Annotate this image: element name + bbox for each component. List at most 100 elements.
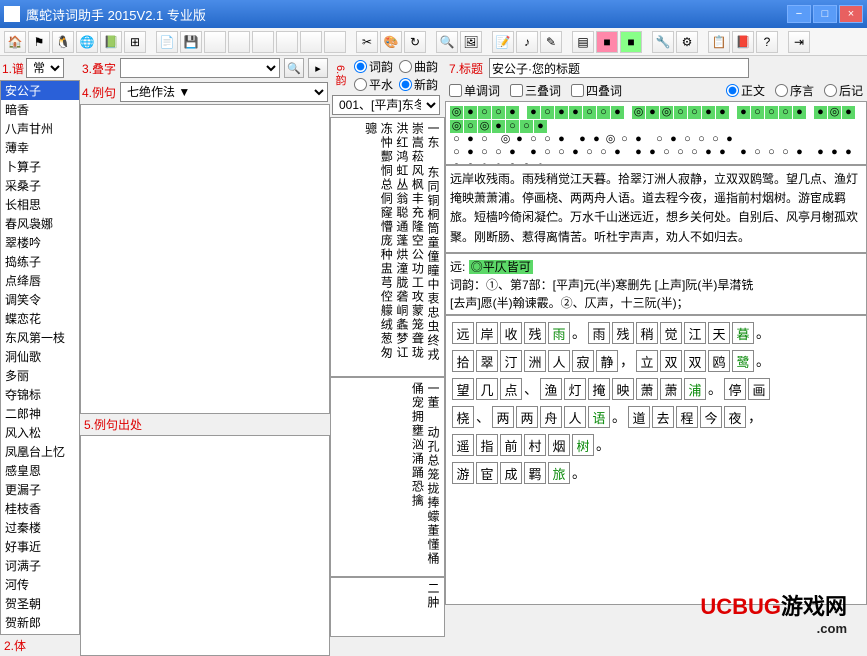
char-cell[interactable]: 遥 <box>452 434 474 456</box>
list-icon[interactable]: ▤ <box>572 31 594 53</box>
radio-quyun[interactable]: 曲韵 <box>399 58 438 75</box>
expand-icon[interactable]: ⇥ <box>788 31 810 53</box>
pu-list-item[interactable]: 河传 <box>1 575 79 594</box>
tool-icon-3[interactable] <box>252 31 274 53</box>
pu-list-item[interactable]: 八声甘州 <box>1 119 79 138</box>
help-icon[interactable]: ? <box>756 31 778 53</box>
pu-list-item[interactable]: 过秦楼 <box>1 518 79 537</box>
radio-zhengwen[interactable]: 正文 <box>726 82 765 99</box>
home-icon[interactable]: 🏠 <box>4 31 26 53</box>
pu-list-item[interactable]: 调笑令 <box>1 290 79 309</box>
image-icon[interactable]: 🖼 <box>460 31 482 53</box>
tool-icon-5[interactable] <box>300 31 322 53</box>
music-icon[interactable]: ♪ <box>516 31 538 53</box>
char-cell[interactable]: 村 <box>524 434 546 456</box>
char-cell[interactable]: 前 <box>500 434 522 456</box>
gear-icon[interactable]: ⚙ <box>676 31 698 53</box>
pu-list[interactable]: 安公子暗香八声甘州薄幸卜算子采桑子长相思春风袅娜翠楼吟捣练子点绛唇调笑令蝶恋花东… <box>0 80 80 635</box>
char-cell[interactable]: 鸥 <box>708 350 730 372</box>
char-cell[interactable]: 渔 <box>540 378 562 400</box>
char-cell[interactable]: 立 <box>636 350 658 372</box>
char-cell[interactable]: 点 <box>500 378 522 400</box>
scissors-icon[interactable]: ✂ <box>356 31 378 53</box>
pu-list-item[interactable]: 卜算子 <box>1 157 79 176</box>
char-cell[interactable]: 语 <box>588 406 610 428</box>
char-cell[interactable]: 残 <box>612 322 634 344</box>
char-cell[interactable]: 几 <box>476 378 498 400</box>
diezi-combo[interactable] <box>120 58 280 78</box>
tool-icon-1[interactable] <box>204 31 226 53</box>
check-dandiao[interactable]: 单调词 <box>449 82 500 99</box>
liju-chuchu-list[interactable] <box>80 435 330 656</box>
poem-text[interactable]: 远岸收残雨。雨残稍觉江天暮。拾翠汀洲人寂静，立双双鸥鹭。望几点、渔灯掩映萧萧浦。… <box>445 165 867 253</box>
char-cell[interactable]: 天 <box>708 322 730 344</box>
wand-icon[interactable]: ✎ <box>540 31 562 53</box>
char-cell[interactable]: 指 <box>476 434 498 456</box>
char-cell[interactable]: 停 <box>724 378 746 400</box>
radio-ciyun[interactable]: 词韵 <box>354 58 393 75</box>
char-cell[interactable]: 暮 <box>732 322 754 344</box>
char-cell[interactable]: 旅 <box>548 462 570 484</box>
pu-list-item[interactable]: 诃满子 <box>1 556 79 575</box>
char-cell[interactable]: 道 <box>628 406 650 428</box>
paint-icon[interactable]: 🎨 <box>380 31 402 53</box>
rhyme-chars-2[interactable]: 一董 动孔总笼拢捧蠓董懂桶俑宠拥壅汹涌踊恐擒 <box>330 377 445 577</box>
search-icon[interactable]: 🔍 <box>436 31 458 53</box>
pu-combo[interactable]: 常▼ <box>26 58 64 78</box>
tool-icon-6[interactable] <box>324 31 346 53</box>
liju-list[interactable] <box>80 104 330 414</box>
char-cell[interactable]: 成 <box>500 462 522 484</box>
pu-list-item[interactable]: 风入松 <box>1 423 79 442</box>
rhyme-chars-3[interactable]: 二肿 <box>330 577 445 637</box>
char-cell[interactable]: 树 <box>572 434 594 456</box>
pu-list-item[interactable]: 采桑子 <box>1 176 79 195</box>
char-cell[interactable]: 翠 <box>476 350 498 372</box>
check-sidie[interactable]: 四叠词 <box>571 82 622 99</box>
pu-list-item[interactable]: 凤凰台上忆 <box>1 442 79 461</box>
char-cell[interactable]: 觉 <box>660 322 682 344</box>
char-cell[interactable]: 两 <box>516 406 538 428</box>
char-cell[interactable]: 远 <box>452 322 474 344</box>
rhyme-chars-1[interactable]: 一东 东同铜桐筒童僮瞳中衷忠虫终戎崇嵩菘风枫丰充隆空公功工攻蒙笼聋珑洪红鸿虹丛翁… <box>330 117 445 377</box>
char-cell[interactable]: 洲 <box>524 350 546 372</box>
radio-houji[interactable]: 后记 <box>824 82 863 99</box>
pink-icon[interactable]: ■ <box>596 31 618 53</box>
char-cell[interactable]: 残 <box>524 322 546 344</box>
char-cell[interactable]: 夜 <box>724 406 746 428</box>
char-cell[interactable]: 烟 <box>548 434 570 456</box>
pu-list-item[interactable]: 翠楼吟 <box>1 233 79 252</box>
green-icon[interactable]: ■ <box>620 31 642 53</box>
radio-xinyun[interactable]: 新韵 <box>399 76 438 93</box>
rhyme-combo[interactable]: 001、[平声]东冬 [上声… <box>332 95 440 115</box>
title-input[interactable] <box>489 58 749 78</box>
pu-list-item[interactable]: 蝶恋花 <box>1 309 79 328</box>
char-grid[interactable]: 远岸收残雨。雨残稍觉江天暮。拾翠汀洲人寂静，立双双鸥鹭。望几点、渔灯掩映萧萧浦。… <box>445 315 867 605</box>
char-cell[interactable]: 岸 <box>476 322 498 344</box>
char-cell[interactable]: 程 <box>676 406 698 428</box>
book-icon[interactable]: 📗 <box>100 31 122 53</box>
pu-list-item[interactable]: 点绛唇 <box>1 271 79 290</box>
char-cell[interactable]: 画 <box>748 378 770 400</box>
char-cell[interactable]: 桡 <box>452 406 474 428</box>
close-button[interactable]: × <box>839 5 863 23</box>
pu-list-item[interactable]: 薄幸 <box>1 138 79 157</box>
char-cell[interactable]: 今 <box>700 406 722 428</box>
refresh-icon[interactable]: ↻ <box>404 31 426 53</box>
radio-pingshui[interactable]: 平水 <box>354 76 393 93</box>
pu-list-item[interactable]: 贺圣朝 <box>1 594 79 613</box>
char-cell[interactable]: 收 <box>500 322 522 344</box>
liju-combo[interactable]: 七绝作法 ▼ <box>120 82 328 102</box>
char-cell[interactable]: 江 <box>684 322 706 344</box>
pu-list-item[interactable]: 好事近 <box>1 537 79 556</box>
book2-icon[interactable]: 📕 <box>732 31 754 53</box>
pu-list-item[interactable]: 二郎神 <box>1 404 79 423</box>
pu-list-item[interactable]: 多丽 <box>1 366 79 385</box>
char-cell[interactable]: 鹭 <box>732 350 754 372</box>
char-cell[interactable]: 稍 <box>636 322 658 344</box>
pu-list-item[interactable]: 贺新郎 <box>1 613 79 632</box>
save-icon[interactable]: 💾 <box>180 31 202 53</box>
char-cell[interactable]: 舟 <box>540 406 562 428</box>
pu-list-item[interactable]: 长相思 <box>1 195 79 214</box>
diezi-add-icon[interactable]: ▸ <box>308 58 328 78</box>
pu-list-item[interactable]: 洞仙歌 <box>1 347 79 366</box>
